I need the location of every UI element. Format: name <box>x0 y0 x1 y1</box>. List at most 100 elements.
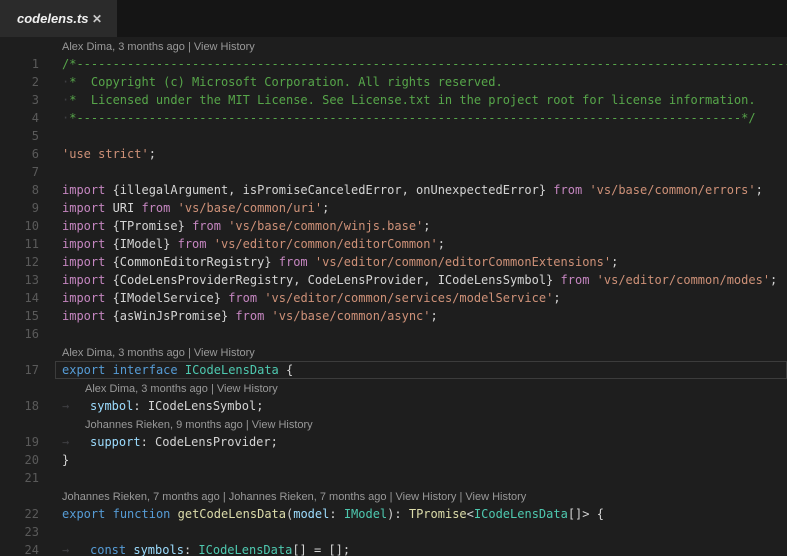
code-token: {IModel} <box>105 237 177 251</box>
code-token: import <box>62 309 105 323</box>
line-number: 6 <box>0 145 55 163</box>
code-token: from <box>561 273 590 287</box>
code-token: {CommonEditorRegistry} <box>105 255 278 269</box>
code-line-content[interactable]: export interface ICodeLensData { <box>55 361 787 379</box>
code-token <box>589 273 596 287</box>
code-token: {asWinJsPromise} <box>105 309 235 323</box>
code-token: interface <box>113 363 178 377</box>
code-line-row: 23 <box>0 523 787 541</box>
codelens-annotation[interactable]: Alex Dima, 3 months ago | View History <box>85 383 278 395</box>
line-number: 18 <box>0 397 55 415</box>
close-icon[interactable]: ✕ <box>90 12 104 26</box>
code-line-content[interactable]: →symbol: ICodeLensSymbol; <box>55 397 787 415</box>
code-token: ; <box>423 219 430 233</box>
codelens-annotation[interactable]: Alex Dima, 3 months ago | View History <box>62 41 255 53</box>
editor-window: codelens.ts ✕ Alex Dima, 3 months ago | … <box>0 0 787 556</box>
codelens-annotation[interactable]: Alex Dima, 3 months ago | View History <box>62 347 255 359</box>
codelens-annotation[interactable]: Johannes Rieken, 7 months ago | Johannes… <box>62 491 526 503</box>
code-token: ICodeLensData <box>474 507 568 521</box>
codelens-content[interactable]: Alex Dima, 3 months ago | View History <box>55 37 787 55</box>
code-token: export <box>62 363 105 377</box>
code-line-content[interactable] <box>55 163 787 181</box>
codelens-content[interactable]: Johannes Rieken, 7 months ago | Johannes… <box>55 487 787 505</box>
code-line-content[interactable] <box>55 325 787 343</box>
code-token <box>105 363 112 377</box>
code-line-content[interactable]: } <box>55 451 787 469</box>
code-token: 'vs/base/common/async' <box>272 309 431 323</box>
code-line-row: 24→const symbols: ICodeLensData[] = []; <box>0 541 787 556</box>
code-line-content[interactable]: import URI from 'vs/base/common/uri'; <box>55 199 787 217</box>
code-token: import <box>62 201 105 215</box>
code-token: import <box>62 219 105 233</box>
code-line-content[interactable] <box>55 523 787 541</box>
codelens-content[interactable]: Alex Dima, 3 months ago | View History <box>55 379 787 397</box>
tab-codelens-ts[interactable]: codelens.ts ✕ <box>0 0 117 37</box>
code-line-row: 10import {TPromise} from 'vs/base/common… <box>0 217 787 235</box>
code-token <box>105 507 112 521</box>
code-line-row: 8import {illegalArgument, isPromiseCance… <box>0 181 787 199</box>
line-number: 11 <box>0 235 55 253</box>
code-token: model <box>293 507 329 521</box>
code-line-content[interactable]: ·* Licensed under the MIT License. See L… <box>55 91 787 109</box>
code-token: ; <box>756 183 763 197</box>
code-token: const <box>90 543 126 556</box>
code-token: * Copyright (c) Microsoft Corporation. A… <box>69 75 502 89</box>
code-line-row: 3·* Licensed under the MIT License. See … <box>0 91 787 109</box>
code-line-content[interactable]: /*--------------------------------------… <box>55 55 787 73</box>
code-line-content[interactable]: import {TPromise} from 'vs/base/common/w… <box>55 217 787 235</box>
code-line-content[interactable] <box>55 469 787 487</box>
code-line-content[interactable]: import {CodeLensProviderRegistry, CodeLe… <box>55 271 787 289</box>
code-line-content[interactable]: export function getCodeLensData(model: I… <box>55 505 787 523</box>
code-token: getCodeLensData <box>178 507 286 521</box>
code-token: 'vs/editor/common/editorCommonExtensions… <box>315 255 611 269</box>
code-token: ; <box>256 399 263 413</box>
code-token: {IModelService} <box>105 291 228 305</box>
code-line-content[interactable]: import {illegalArgument, isPromiseCancel… <box>55 181 787 199</box>
line-number: 10 <box>0 217 55 235</box>
line-number: 19 <box>0 433 55 451</box>
code-token <box>308 255 315 269</box>
code-token: /*--------------------------------------… <box>62 57 787 71</box>
code-line-content[interactable]: import {IModel} from 'vs/editor/common/e… <box>55 235 787 253</box>
line-number: 23 <box>0 523 55 541</box>
code-token <box>178 363 185 377</box>
code-line-content[interactable]: import {CommonEditorRegistry} from 'vs/e… <box>55 253 787 271</box>
code-token: URI <box>105 201 141 215</box>
line-number: 9 <box>0 199 55 217</box>
code-token: *---------------------------------------… <box>69 111 755 125</box>
code-line-content[interactable]: ·*--------------------------------------… <box>55 109 787 127</box>
code-line-content[interactable]: →support: CodeLensProvider; <box>55 433 787 451</box>
line-number: 8 <box>0 181 55 199</box>
code-token: {CodeLensProviderRegistry, CodeLensProvi… <box>105 273 560 287</box>
tab-bar: codelens.ts ✕ <box>0 0 787 37</box>
code-token: ; <box>149 147 156 161</box>
code-token: from <box>235 309 264 323</box>
code-line-row: 20} <box>0 451 787 469</box>
line-number: 2 <box>0 73 55 91</box>
codelens-annotation[interactable]: Johannes Rieken, 9 months ago | View His… <box>85 419 313 431</box>
code-line-content[interactable]: →const symbols: ICodeLensData[] = []; <box>55 541 787 556</box>
line-number: 5 <box>0 127 55 145</box>
code-line-content[interactable]: import {IModelService} from 'vs/editor/c… <box>55 289 787 307</box>
code-line-content[interactable]: ·* Copyright (c) Microsoft Corporation. … <box>55 73 787 91</box>
code-token: 'vs/base/common/errors' <box>589 183 755 197</box>
code-token: 'vs/editor/common/modes' <box>597 273 770 287</box>
code-token: 'vs/editor/common/editorCommon' <box>214 237 438 251</box>
code-token: : <box>133 399 147 413</box>
code-line-content[interactable] <box>55 127 787 145</box>
codelens-content[interactable]: Alex Dima, 3 months ago | View History <box>55 343 787 361</box>
code-line-row: 14import {IModelService} from 'vs/editor… <box>0 289 787 307</box>
code-line-row: 16 <box>0 325 787 343</box>
code-token: ; <box>322 201 329 215</box>
codelens-content[interactable]: Johannes Rieken, 9 months ago | View His… <box>55 415 787 433</box>
code-token: ; <box>770 273 777 287</box>
code-line-content[interactable]: import {asWinJsPromise} from 'vs/base/co… <box>55 307 787 325</box>
code-line-row: 9import URI from 'vs/base/common/uri'; <box>0 199 787 217</box>
code-token: from <box>228 291 257 305</box>
code-line-row: 7 <box>0 163 787 181</box>
code-editor: Alex Dima, 3 months ago | View History1/… <box>0 37 787 556</box>
code-line-content[interactable]: 'use strict'; <box>55 145 787 163</box>
line-number <box>0 415 55 433</box>
code-token: 'vs/editor/common/services/modelService' <box>264 291 553 305</box>
code-token: TPromise <box>409 507 467 521</box>
